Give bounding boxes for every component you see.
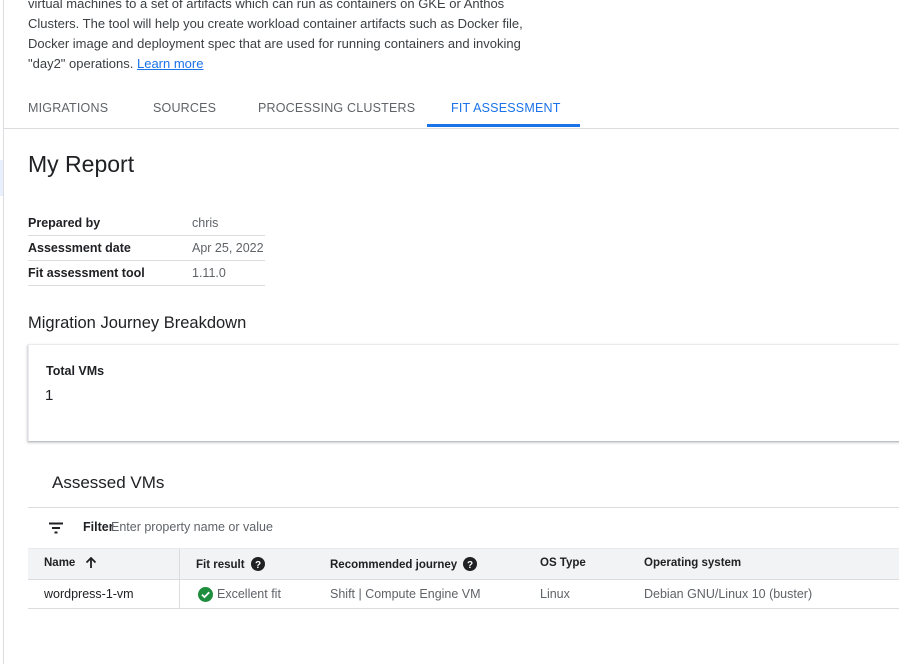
fit-result-cell: Excellent fit (217, 587, 281, 601)
column-header-name[interactable]: Name (44, 557, 97, 569)
active-tab-indicator (427, 124, 580, 127)
svg-text:?: ? (467, 560, 473, 571)
tab-sources[interactable]: SOURCES (153, 90, 216, 127)
meta-value: 1.11.0 (192, 266, 226, 280)
meta-key: Assessment date (28, 241, 131, 255)
filter-icon[interactable] (48, 522, 64, 534)
meta-row-prepared-by: Prepared by chris (28, 211, 265, 236)
intro-line-3: Docker image and deployment spec that ar… (28, 36, 521, 51)
check-circle-icon (198, 587, 213, 602)
arrow-up-icon[interactable] (85, 557, 97, 569)
column-divider (179, 549, 180, 579)
column-header-os-type[interactable]: OS Type (540, 557, 586, 569)
column-header-label: Fit result (196, 559, 245, 571)
breakdown-title: Migration Journey Breakdown (28, 314, 247, 332)
meta-key: Fit assessment tool (28, 266, 145, 280)
column-header-recommended-journey[interactable]: Recommended journey ? (330, 557, 478, 571)
meta-key: Prepared by (28, 216, 101, 230)
filter-label: Filter (83, 520, 114, 534)
intro-line-4: "day2" operations. (28, 56, 134, 71)
help-circle-icon[interactable]: ? (250, 557, 265, 571)
total-vms-label: Total VMs (46, 364, 105, 378)
intro-description: virtual machines to a set of artifacts w… (28, 0, 538, 74)
column-header-operating-system[interactable]: Operating system (644, 557, 741, 569)
column-header-fit-result[interactable]: Fit result ? (196, 557, 265, 571)
total-vms-value: 1 (45, 387, 54, 404)
column-divider (179, 580, 180, 608)
meta-value: Apr 25, 2022 (192, 241, 264, 255)
table-header: Name Fit result ? Recommended journey ? … (28, 548, 899, 580)
tab-fit-assessment[interactable]: FIT ASSESSMENT (451, 90, 561, 127)
tab-processing-clusters[interactable]: PROCESSING CLUSTERS (258, 90, 415, 127)
help-circle-icon[interactable]: ? (463, 557, 478, 571)
assessed-vms-title: Assessed VMs (52, 473, 165, 492)
journey-cell: Shift | Compute Engine VM (330, 587, 481, 601)
table-row[interactable]: wordpress-1-vm Excellent fit Shift | Com… (28, 580, 899, 609)
intro-line-1: virtual machines to a set of artifacts w… (28, 0, 505, 11)
meta-row-fit-tool: Fit assessment tool 1.11.0 (28, 261, 265, 286)
page-title: My Report (28, 151, 135, 177)
column-header-label: Name (44, 557, 76, 569)
tab-migrations[interactable]: MIGRATIONS (28, 90, 108, 127)
os-type-cell: Linux (540, 587, 570, 601)
meta-row-assessment-date: Assessment date Apr 25, 2022 (28, 236, 265, 261)
filter-input[interactable] (111, 517, 511, 537)
assessed-vms-table: Name Fit result ? Recommended journey ? … (28, 548, 899, 609)
vm-name-cell[interactable]: wordpress-1-vm (44, 587, 134, 601)
rail-marker (0, 160, 3, 196)
svg-text:?: ? (255, 560, 261, 571)
intro-line-2: Clusters. The tool will help you create … (28, 16, 523, 31)
column-header-label: Recommended journey (330, 559, 458, 571)
learn-more-link[interactable]: Learn more (137, 56, 203, 71)
operating-system-cell: Debian GNU/Linux 10 (buster) (644, 587, 813, 601)
filter-bar: Filter (28, 507, 899, 548)
tab-bar: MIGRATIONS SOURCES PROCESSING CLUSTERS F… (4, 90, 899, 129)
report-metadata: Prepared by chris Assessment date Apr 25… (28, 211, 265, 286)
meta-value: chris (192, 216, 219, 230)
total-vms-card: Total VMs 1 (28, 344, 899, 442)
